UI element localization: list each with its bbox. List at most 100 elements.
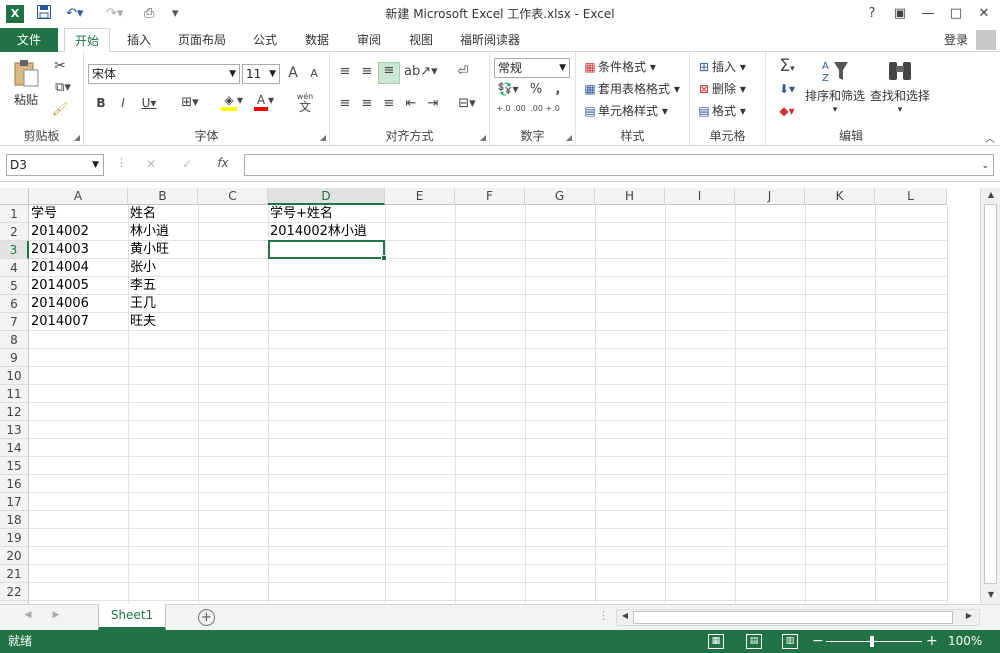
user-avatar-icon[interactable] [976, 30, 996, 50]
cell-b3[interactable]: 黄小旺 [128, 241, 169, 259]
tab-foxit-reader[interactable]: 福昕阅读器 [452, 28, 528, 52]
bold-button[interactable]: B [92, 96, 110, 110]
find-select-button[interactable]: 查找和选择 ▾ [868, 58, 932, 115]
zoom-out-button[interactable]: − [812, 630, 824, 653]
align-left-icon[interactable]: ≡ [336, 96, 354, 111]
decrease-decimal-button[interactable]: .00 +.0 [530, 104, 560, 113]
name-box[interactable]: D3 ▼ [6, 154, 104, 176]
row-header[interactable]: 11 [0, 385, 29, 403]
row-header[interactable]: 20 [0, 547, 29, 565]
cell-b7[interactable]: 旺夫 [128, 313, 156, 331]
underline-button[interactable]: U▾ [136, 96, 162, 110]
cell-a6[interactable]: 2014006 [29, 295, 89, 313]
row-header[interactable]: 10 [0, 367, 29, 385]
column-header[interactable]: L [875, 188, 947, 205]
fill-handle[interactable] [381, 255, 387, 261]
row-header[interactable]: 13 [0, 421, 29, 439]
cell-a2[interactable]: 2014002 [29, 223, 89, 241]
accounting-format-icon[interactable]: 💱▾ [496, 82, 520, 96]
vertical-scroll-thumb[interactable] [984, 204, 997, 584]
orientation-icon[interactable]: ab↗▾ [404, 64, 438, 79]
row-header[interactable]: 12 [0, 403, 29, 421]
cell-a4[interactable]: 2014004 [29, 259, 89, 277]
column-header[interactable]: B [128, 188, 198, 205]
sheet-tab-sheet1[interactable]: Sheet1 [98, 604, 166, 630]
number-format-select[interactable]: 常规 ▼ [494, 58, 570, 78]
next-sheet-icon[interactable]: ▶ [50, 610, 62, 620]
tab-file[interactable]: 文件 [0, 28, 58, 52]
cell-a7[interactable]: 2014007 [29, 313, 89, 331]
font-name-select[interactable]: 宋体 ▼ [88, 64, 240, 84]
row-header[interactable]: 1 [0, 205, 29, 223]
column-header[interactable]: A [29, 188, 128, 205]
shrink-font-button[interactable]: A [306, 67, 322, 80]
row-header[interactable]: 21 [0, 565, 29, 583]
borders-icon[interactable]: ⊞▾ [176, 95, 204, 110]
copy-icon[interactable]: ⧉▾ [50, 80, 76, 95]
cell-d1[interactable]: 学号+姓名 [268, 205, 333, 223]
conditional-formatting-button[interactable]: ▦ 条件格式 ▾ [582, 58, 686, 76]
row-header[interactable]: 16 [0, 475, 29, 493]
cell-b2[interactable]: 林小逍 [128, 223, 169, 241]
delete-cells-button[interactable]: ⊠ 删除 ▾ [696, 80, 762, 98]
tab-insert[interactable]: 插入 [118, 28, 160, 52]
row-header[interactable]: 18 [0, 511, 29, 529]
percent-button[interactable]: % [528, 82, 544, 97]
horizontal-scroll-thumb[interactable] [633, 611, 953, 624]
column-header[interactable]: F [455, 188, 525, 205]
align-right-icon[interactable]: ≡ [380, 96, 398, 111]
select-all-corner[interactable] [0, 188, 29, 205]
paste-button[interactable]: 粘贴 [8, 58, 44, 112]
column-header[interactable]: K [805, 188, 875, 205]
row-header[interactable]: 9 [0, 349, 29, 367]
cell-d2[interactable]: 2014002林小逍 [268, 223, 367, 241]
tab-view[interactable]: 视图 [400, 28, 442, 52]
row-header[interactable]: 6 [0, 295, 29, 313]
alignment-launcher-icon[interactable]: ◢ [480, 133, 486, 142]
help-button[interactable]: ? [858, 0, 886, 28]
enter-icon[interactable]: ✓ [178, 157, 196, 171]
font-launcher-icon[interactable]: ◢ [320, 133, 326, 142]
column-header[interactable]: H [595, 188, 665, 205]
horizontal-scrollbar[interactable]: ◀ ▶ [616, 609, 980, 626]
merge-center-icon[interactable]: ⊟▾ [452, 96, 482, 111]
scroll-up-icon[interactable]: ▲ [985, 190, 997, 199]
scroll-right-icon[interactable]: ▶ [963, 611, 975, 620]
align-center-icon[interactable]: ≡ [358, 96, 376, 111]
normal-view-icon[interactable]: ▦ [708, 634, 724, 649]
page-layout-view-icon[interactable]: ▤ [746, 634, 762, 649]
font-size-select[interactable]: 11 ▼ [242, 64, 280, 84]
zoom-level[interactable]: 100% [948, 630, 982, 653]
tab-page-layout[interactable]: 页面布局 [170, 28, 234, 52]
new-sheet-icon[interactable]: + [198, 609, 215, 626]
column-header[interactable]: C [198, 188, 268, 205]
format-painter-icon[interactable]: 🖌 [50, 102, 70, 117]
format-cells-button[interactable]: ▤ 格式 ▾ [696, 102, 762, 120]
zoom-slider[interactable] [826, 636, 922, 647]
vertical-scrollbar[interactable]: ▲ ▼ [980, 188, 1000, 604]
column-header[interactable]: G [525, 188, 595, 205]
row-header[interactable]: 4 [0, 259, 29, 277]
column-header-active[interactable]: D [268, 188, 385, 205]
cell-b6[interactable]: 王几 [128, 295, 156, 313]
cell-a1[interactable]: 学号 [29, 205, 57, 223]
comma-button[interactable]: , [550, 82, 566, 97]
autosum-button[interactable]: Σ▾ [772, 56, 802, 76]
collapse-ribbon-icon[interactable]: ︿ [984, 130, 996, 145]
tab-home[interactable]: 开始 [64, 28, 110, 53]
format-as-table-button[interactable]: ▦ 套用表格格式 ▾ [582, 80, 686, 98]
tab-split-grip-icon[interactable]: ⋮ [598, 609, 609, 622]
cancel-icon[interactable]: ✕ [142, 157, 160, 171]
align-bottom-icon[interactable]: ≡ [378, 62, 400, 84]
scroll-left-icon[interactable]: ◀ [619, 611, 631, 620]
sign-in-link[interactable]: 登录 [938, 28, 974, 52]
minimize-button[interactable]: — [914, 0, 942, 28]
tab-data[interactable]: 数据 [296, 28, 338, 52]
increase-decimal-button[interactable]: +.0 .00 [496, 104, 526, 113]
row-header[interactable]: 7 [0, 313, 29, 331]
wrap-text-icon[interactable]: ⏎ [454, 64, 472, 79]
row-header[interactable]: 22 [0, 583, 29, 601]
clipboard-launcher-icon[interactable]: ◢ [74, 133, 80, 142]
insert-function-icon[interactable]: fx [212, 156, 234, 170]
font-color-icon[interactable]: A ▾ [250, 93, 278, 111]
